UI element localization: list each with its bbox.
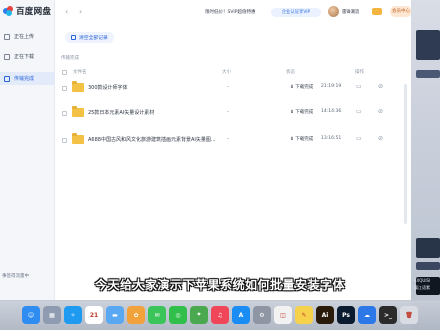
dock-terminal-icon[interactable]: >_ xyxy=(379,306,397,324)
column-header-name[interactable]: 文件名 xyxy=(73,69,87,75)
titlebar: ‹ › 限时低价！SVIP超值特惠 企业认证享VIP 雷锋潮流 会员中心 xyxy=(55,0,411,24)
sidebar-item-downloading[interactable]: 正在下载 xyxy=(4,53,34,60)
table-row[interactable]: 300款设计师字体 - ⬇ 下载完成 21:19:19 ▭ ⊘ xyxy=(55,76,411,102)
row-checkbox[interactable] xyxy=(62,111,67,116)
desktop-thumbnail[interactable] xyxy=(416,70,440,78)
netdisk-window: 百度网盘 正在上传 正在下载 传输完成 事签得流量中 ‹ › 限时低价！SVIP… xyxy=(0,0,411,300)
video-subtitle: 今天给大家演示下苹果系统如何批量安装字体 xyxy=(94,278,345,292)
scrollbar[interactable] xyxy=(404,84,407,224)
dock-safari-icon[interactable]: ✧ xyxy=(64,306,82,324)
file-name[interactable]: 300款设计师字体 xyxy=(88,84,128,91)
dock-photos-icon[interactable]: ✿ xyxy=(127,306,145,324)
desktop-thumbnail[interactable] xyxy=(416,30,440,60)
dock-calendar-icon[interactable]: 21 xyxy=(85,306,103,324)
link-icon[interactable]: ⊘ xyxy=(378,135,383,142)
column-header-size[interactable]: 大小 xyxy=(222,69,231,75)
folder-open-icon[interactable]: ▭ xyxy=(356,108,362,115)
sidebar-item-uploading[interactable]: 正在上传 xyxy=(4,33,34,40)
app-logo: 百度网盘 xyxy=(3,5,51,17)
dock-launchpad-icon[interactable]: ▦ xyxy=(43,306,61,324)
sidebar-item-label: 正在上传 xyxy=(14,34,35,40)
sidebar: 百度网盘 正在上传 正在下载 传输完成 事签得流量中 xyxy=(0,0,55,300)
back-button[interactable]: ‹ xyxy=(65,7,68,16)
broom-icon xyxy=(71,35,76,40)
file-name[interactable]: A688中国古风和风文化旅游建筑插画元素背景AI矢量图... xyxy=(88,136,216,143)
section-title: 传输完成 xyxy=(61,56,79,61)
table-row[interactable]: 25款日本元素AI矢量设计素材 - ⬇ 下载完成 14:14:36 ▭ ⊘ xyxy=(55,101,411,127)
dock-trash-icon[interactable]: 🗑 xyxy=(400,306,418,324)
completed-time: 14:14:36 xyxy=(321,109,342,114)
row-checkbox[interactable] xyxy=(62,86,67,91)
dock-folder-icon[interactable]: ▬ xyxy=(106,306,124,324)
upload-icon xyxy=(4,33,10,40)
row-checkbox[interactable] xyxy=(62,138,67,143)
folder-icon xyxy=(72,106,84,117)
dock-messages-icon[interactable]: ✉ xyxy=(148,306,166,324)
cloud-logo-icon xyxy=(3,6,13,16)
download-status: ⬇ 下载完成 xyxy=(290,136,313,142)
completed-time: 13:16:51 xyxy=(321,136,342,141)
dock-finder-icon[interactable]: ☺ xyxy=(22,306,40,324)
sidebar-item-completed[interactable]: 传输完成 xyxy=(0,72,55,85)
status-label: 下载完成 xyxy=(295,110,314,115)
desktop-thumbnail[interactable] xyxy=(416,262,440,270)
username[interactable]: 雷锋潮流 xyxy=(342,9,359,15)
table-row[interactable]: A688中国古风和风文化旅游建筑插画元素背景AI矢量图... - ⬇ 下载完成 … xyxy=(55,128,411,154)
folder-icon xyxy=(72,81,84,92)
download-icon xyxy=(4,53,10,60)
select-all-checkbox[interactable] xyxy=(62,70,67,75)
file-size: - xyxy=(227,136,229,142)
dock-wechat-icon[interactable]: ◎ xyxy=(169,306,187,324)
level-badge xyxy=(372,8,382,15)
completed-time: 21:19:19 xyxy=(321,84,342,89)
dock-notes-icon[interactable]: ✎ xyxy=(295,306,313,324)
download-status: ⬇ 下载完成 xyxy=(290,84,313,90)
dock-netdisk-icon[interactable]: ☁ xyxy=(358,306,376,324)
folder-open-icon[interactable]: ▭ xyxy=(356,83,362,90)
status-label: 下载完成 xyxy=(295,137,314,142)
dock-maps-icon[interactable]: ⌖ xyxy=(190,306,208,324)
forward-button[interactable]: › xyxy=(79,7,82,16)
column-header-status[interactable]: 状态 xyxy=(286,69,295,75)
clear-all-label: 清空全部记录 xyxy=(79,36,108,41)
avatar[interactable] xyxy=(328,6,339,17)
dock-preview-icon[interactable]: ◫ xyxy=(274,306,292,324)
folder-open-icon[interactable]: ▭ xyxy=(356,135,362,142)
file-name[interactable]: 25款日本元素AI矢量设计素材 xyxy=(88,109,154,116)
folder-icon xyxy=(72,133,84,144)
column-header-ops: 操作 xyxy=(355,70,364,75)
link-icon[interactable]: ⊘ xyxy=(378,108,383,115)
app-name: 百度网盘 xyxy=(16,7,52,17)
desktop-thumbnail[interactable] xyxy=(416,238,440,258)
sidebar-item-label: 正在下载 xyxy=(14,54,35,60)
dock-appstore-icon[interactable]: A xyxy=(232,306,250,324)
file-size: - xyxy=(227,109,229,115)
member-center-button[interactable]: 会员中心 xyxy=(390,6,411,17)
check-icon xyxy=(4,75,10,82)
transfer-list-panel: 清空全部记录 传输完成 文件名 大小 状态 操作 300款设计师字体 - ⬇ 下… xyxy=(55,24,411,300)
link-icon[interactable]: ⊘ xyxy=(378,83,383,90)
file-size: - xyxy=(227,84,229,90)
vip-badge[interactable]: 企业认证享VIP xyxy=(271,8,321,17)
dock-photoshop-icon[interactable]: Ps xyxy=(337,306,355,324)
dock: ☺ ▦ ✧ 21 ▬ ✿ ✉ ◎ ⌖ ♫ A ⚙ ◫ ✎ Ai Ps ☁ >_ 🗑 xyxy=(0,300,440,330)
dock-illustrator-icon[interactable]: Ai xyxy=(316,306,334,324)
download-status: ⬇ 下载完成 xyxy=(290,109,313,115)
promo-banner[interactable]: 限时低价！SVIP超值特惠 xyxy=(205,9,255,15)
clear-all-button[interactable]: 清空全部记录 xyxy=(65,32,114,43)
status-label: 下载完成 xyxy=(295,85,314,90)
dock-settings-icon[interactable]: ⚙ xyxy=(253,306,271,324)
sidebar-item-label: 传输完成 xyxy=(14,76,35,82)
dock-music-icon[interactable]: ♫ xyxy=(211,306,229,324)
